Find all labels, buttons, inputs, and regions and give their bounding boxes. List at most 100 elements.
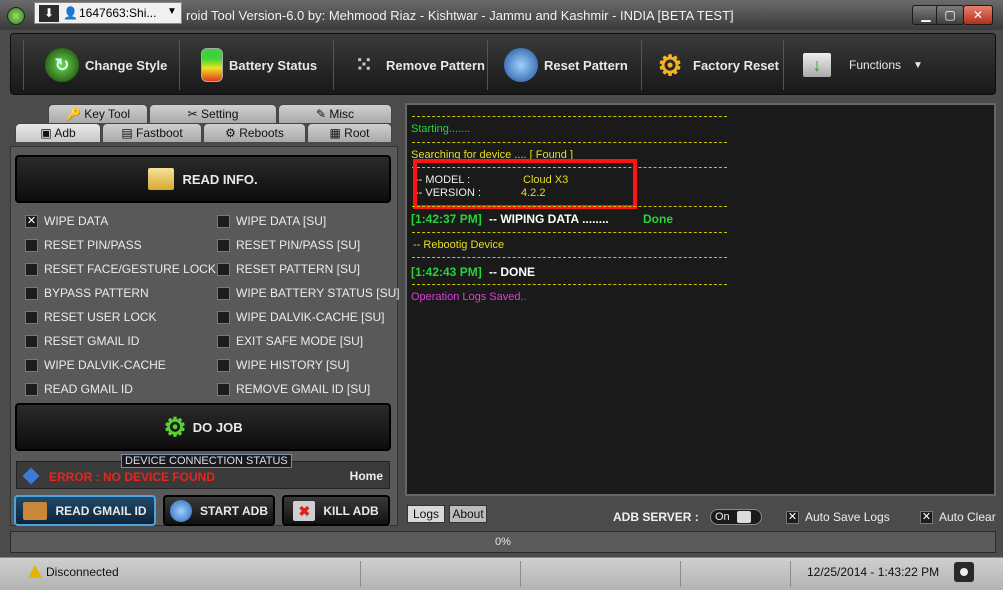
adb-server-label: ADB SERVER : [613,510,699,524]
adb-server-state: On [715,511,730,523]
error-message: ERROR : NO DEVICE FOUND [49,470,216,484]
option-label: WIPE DALVIK-CACHE [44,358,166,372]
checkbox-box [217,238,230,252]
option-wipe-data-su[interactable]: WIPE DATA [SU] [217,213,326,229]
tab-about[interactable]: About [449,505,487,523]
date-time: 12/25/2014 - 1:43:22 PM [807,565,940,579]
change-style-icon: ↻ [45,48,79,82]
tab-label: Misc [329,107,355,121]
tab-key-tool[interactable]: 🔑 Key Tool [48,104,148,123]
tab-setting[interactable]: ✂ Setting [149,104,277,123]
eye-icon[interactable] [954,562,974,582]
device-connection-status: DEVICE CONNECTION STATUS ERROR : NO DEVI… [16,454,390,489]
adb-server-toggle[interactable]: On [710,509,762,525]
read-info-button[interactable]: READ INFO. [15,155,391,203]
tab-misc[interactable]: ✎ Misc [278,104,392,123]
read-gmail-id-label: READ GMAIL ID [55,503,147,518]
option-reset-face-gesture-lock[interactable]: RESET FACE/GESTURE LOCK [25,261,216,277]
app-window: ⬇ 👤 1647663:Shi... ▼ roid Tool Version-6… [0,0,1003,590]
tab-root[interactable]: ▦ Root [307,123,392,142]
option-wipe-battery-status-su[interactable]: WIPE BATTERY STATUS [SU] [217,285,400,301]
status-divider [790,561,791,587]
reset-pattern-button[interactable]: Reset Pattern [504,34,628,96]
checkbox-box: ✕ [786,510,799,524]
option-wipe-data[interactable]: ✕ WIPE DATA [25,213,108,229]
checkbox-box [25,334,38,348]
status-divider [520,561,521,587]
main-toolbar: ↻ Change Style Battery Status ⁙ Remove P… [10,33,996,95]
checkbox-box [217,334,230,348]
read-info-label: READ INFO. [182,171,258,187]
option-reset-pin-pass[interactable]: RESET PIN/PASS [25,237,142,253]
window-title: roid Tool Version-6.0 by: Mehmood Riaz -… [186,8,734,23]
progress-bar: 0% [10,531,996,553]
home-link[interactable]: Home [350,469,383,483]
tab-label: Adb [54,126,76,140]
option-label: EXIT SAFE MODE [SU] [236,334,364,348]
tab-logs[interactable]: Logs [407,505,445,523]
progress-text: 0% [495,536,511,548]
option-wipe-dalvik-cache[interactable]: WIPE DALVIK-CACHE [25,357,166,373]
title-bar: ⬇ 👤 1647663:Shi... ▼ roid Tool Version-6… [0,0,1003,30]
toolbar-divider [487,40,488,90]
chevron-down-icon: ▼ [913,59,923,71]
do-job-button[interactable]: ⚙ DO JOB [15,403,391,451]
option-bypass-pattern[interactable]: BYPASS PATTERN [25,285,149,301]
battery-status-button[interactable]: Battery Status [201,34,317,96]
option-remove-gmail-id-su[interactable]: REMOVE GMAIL ID [SU] [217,381,370,397]
option-reset-gmail-id[interactable]: RESET GMAIL ID [25,333,139,349]
factory-reset-button[interactable]: ⚙ Factory Reset [653,34,779,96]
tab-label: Root [344,126,370,140]
read-gmail-id-button[interactable]: READ GMAIL ID [14,495,156,526]
option-label: WIPE DATA [44,214,109,228]
checkbox-box: ✕ [920,510,933,524]
tab-label: Reboots [239,126,284,140]
option-exit-safe-mode-su[interactable]: EXIT SAFE MODE [SU] [217,333,363,349]
mail-download-icon: ↓ [803,53,831,77]
kill-adb-button[interactable]: ✖ KILL ADB [282,495,390,526]
option-read-gmail-id[interactable]: READ GMAIL ID [25,381,133,397]
database-globe-icon [170,499,192,522]
option-wipe-history-su[interactable]: WIPE HISTORY [SU] [217,357,349,373]
log-line-starting: Starting....... [411,123,471,135]
toggle-knob [737,511,751,523]
tab-adb[interactable]: ▣ Adb [15,123,101,142]
tab-fastboot[interactable]: ▤ Fastboot [102,123,202,142]
status-divider [360,561,361,587]
option-label: REMOVE GMAIL ID [SU] [236,382,371,396]
chevron-down-icon[interactable]: ▼ [167,6,177,17]
server-stop-icon: ✖ [293,500,316,521]
maximize-button[interactable]: ▢ [936,5,964,25]
option-label: WIPE HISTORY [SU] [236,358,350,372]
option-reset-pattern-su[interactable]: RESET PATTERN [SU] [217,261,360,277]
checkbox-box: ✕ [25,214,38,228]
log-output-panel: Starting....... Searching for device ...… [405,103,996,496]
option-reset-pin-pass-su[interactable]: RESET PIN/PASS [SU] [217,237,360,253]
option-wipe-dalvik-cache-su[interactable]: WIPE DALVIK-CACHE [SU] [217,309,384,325]
taskbar-preview-label: 1647663:Shi... [79,6,157,20]
start-adb-button[interactable]: START ADB [163,495,275,526]
reset-pattern-label: Reset Pattern [544,57,628,73]
taskbar-preview-tab[interactable]: ⬇ 👤 1647663:Shi... ▼ [34,2,182,24]
remove-pattern-label: Remove Pattern [386,57,485,73]
download-icon: ⬇ [39,5,59,22]
battery-icon [201,48,223,82]
option-label: WIPE BATTERY STATUS [SU] [236,286,400,300]
log-divider [412,257,727,258]
remove-pattern-button[interactable]: ⁙ Remove Pattern [346,34,485,96]
checkbox-box [217,310,230,324]
battery-status-label: Battery Status [229,57,318,73]
change-style-button[interactable]: ↻ Change Style [45,34,167,96]
left-panel: 🔑 Key Tool ✂ Setting ✎ Misc ▣ Adb ▤ Fast… [10,102,400,526]
functions-menu-button[interactable]: ↓ Functions ▼ [803,34,923,96]
checkbox-box [25,262,38,276]
status-diamond-icon [22,467,40,485]
log-divider [412,232,727,233]
gear-refresh-icon: ⚙ [163,411,187,442]
tab-reboots[interactable]: ⚙ Reboots [203,123,306,142]
auto-save-logs-checkbox[interactable]: ✕ Auto Save Logs [786,510,890,524]
option-label: RESET PIN/PASS [SU] [236,238,361,252]
close-button[interactable]: ✕ [963,5,993,25]
option-reset-user-lock[interactable]: RESET USER LOCK [25,309,156,325]
auto-clear-checkbox[interactable]: ✕ Auto Clear [920,510,996,524]
